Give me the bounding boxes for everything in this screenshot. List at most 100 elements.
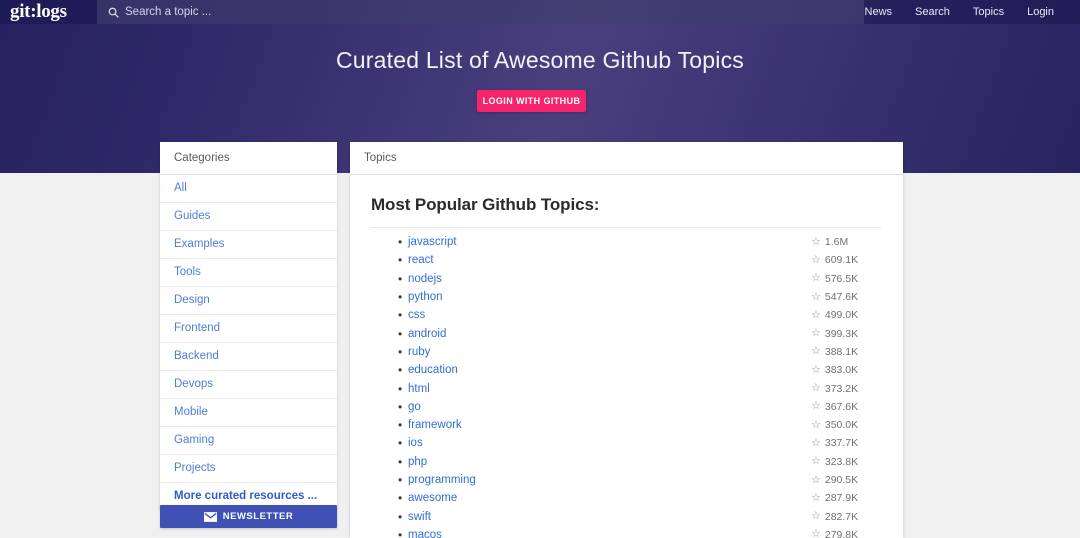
star-count-value: 323.8K — [824, 455, 859, 468]
topic-row: • awesome ☆ 287.9K — [370, 489, 881, 507]
star-outline-icon: ☆ — [811, 382, 821, 395]
nav-item-login[interactable]: Login — [1027, 0, 1054, 24]
sidebar-item-mobile[interactable]: Mobile — [160, 399, 337, 426]
sidebar-item-design[interactable]: Design — [160, 287, 337, 314]
star-count-value: 282.7K — [824, 510, 859, 523]
topic-link[interactable]: javascript — [408, 236, 811, 248]
nav-item-news[interactable]: News — [865, 0, 893, 24]
topic-row: • framework ☆ 350.0K — [370, 416, 881, 434]
topic-link[interactable]: awesome — [408, 492, 811, 504]
site-logo[interactable]: git:logs — [0, 0, 97, 24]
list-item: Examples — [160, 231, 337, 259]
bullet-icon: • — [398, 473, 403, 487]
star-count: ☆ 337.7K — [811, 437, 881, 449]
star-outline-icon: ☆ — [811, 290, 821, 303]
topic-row: • android ☆ 399.3K — [370, 324, 881, 342]
list-item: Tools — [160, 259, 337, 287]
topic-row: • macos ☆ 279.8K — [370, 526, 881, 538]
bullet-icon: • — [398, 509, 403, 524]
topic-link[interactable]: react — [408, 254, 811, 266]
star-count: ☆ 547.6K — [811, 291, 881, 303]
star-count: ☆ 609.1K — [811, 254, 881, 266]
bullet-icon: • — [398, 381, 403, 396]
topic-link[interactable]: go — [408, 401, 811, 413]
sidebar-item-guides[interactable]: Guides — [160, 203, 337, 230]
star-count: ☆ 499.0K — [811, 309, 881, 321]
bullet-icon: • — [398, 290, 403, 305]
topic-row: • swift ☆ 282.7K — [370, 507, 881, 525]
topic-row: • education ☆ 383.0K — [370, 361, 881, 379]
star-count: ☆ 383.0K — [811, 364, 881, 376]
topic-link[interactable]: php — [408, 456, 811, 468]
star-count: ☆ 282.7K — [811, 511, 881, 523]
star-count-value: 547.6K — [824, 291, 859, 304]
star-outline-icon: ☆ — [811, 455, 821, 468]
star-count: ☆ 350.0K — [811, 419, 881, 431]
topic-link[interactable]: macos — [408, 529, 811, 538]
sidebar-item-projects[interactable]: Projects — [160, 455, 337, 482]
star-count-value: 576.5K — [824, 272, 859, 285]
star-count-value: 383.0K — [824, 364, 859, 377]
star-count-value: 279.8K — [824, 528, 859, 538]
login-with-github-button[interactable]: LOGIN WITH GITHUB — [477, 90, 586, 112]
star-outline-icon: ☆ — [811, 400, 821, 413]
bullet-icon: • — [398, 235, 403, 250]
star-count-value: 373.2K — [824, 382, 859, 395]
bullet-icon: • — [398, 527, 403, 538]
bullet-icon: • — [398, 418, 403, 433]
bullet-icon: • — [398, 399, 403, 414]
topic-link[interactable]: html — [408, 383, 811, 395]
topic-link[interactable]: ios — [408, 437, 811, 449]
star-outline-icon: ☆ — [811, 528, 821, 538]
topic-link[interactable]: android — [408, 328, 811, 340]
bullet-icon: • — [398, 363, 403, 378]
star-count-value: 609.1K — [824, 254, 859, 267]
sidebar-item-devops[interactable]: Devops — [160, 371, 337, 398]
sidebar-item-frontend[interactable]: Frontend — [160, 315, 337, 342]
star-count-value: 499.0K — [824, 309, 859, 322]
search-input[interactable] — [123, 0, 864, 24]
topics-header: Topics — [350, 142, 903, 175]
star-count-value: 337.7K — [824, 437, 859, 450]
topic-link[interactable]: nodejs — [408, 273, 811, 285]
star-outline-icon: ☆ — [811, 272, 821, 285]
bullet-icon: • — [398, 271, 403, 286]
sidebar-item-gaming[interactable]: Gaming — [160, 427, 337, 454]
envelope-icon — [203, 511, 217, 522]
topic-link[interactable]: framework — [408, 419, 811, 431]
nav-item-search[interactable]: Search — [915, 0, 950, 24]
top-navbar: git:logs News Search Topics Login — [0, 0, 1080, 24]
topics-list: • javascript ☆ 1.6M • react ☆ 609.1K • nodejs ☆ 576… — [370, 233, 881, 538]
search-bar[interactable] — [97, 0, 864, 24]
bullet-icon: • — [398, 344, 403, 359]
categories-card: Categories All Guides Examples Tools Des… — [160, 142, 337, 510]
topic-link[interactable]: programming — [408, 474, 811, 486]
sidebar-item-examples[interactable]: Examples — [160, 231, 337, 258]
topic-row: • css ☆ 499.0K — [370, 306, 881, 324]
sidebar-item-tools[interactable]: Tools — [160, 259, 337, 286]
sidebar-item-all[interactable]: All — [160, 175, 337, 202]
star-count-value: 388.1K — [824, 345, 859, 358]
list-item: Mobile — [160, 399, 337, 427]
newsletter-button[interactable]: NEWSLETTER — [160, 505, 337, 528]
topic-link[interactable]: education — [408, 364, 811, 376]
topic-link[interactable]: swift — [408, 511, 811, 523]
star-outline-icon: ☆ — [811, 491, 821, 504]
star-outline-icon: ☆ — [811, 235, 821, 248]
list-item: Backend — [160, 343, 337, 371]
topic-row: • ios ☆ 337.7K — [370, 434, 881, 452]
page-root: git:logs News Search Topics Login Curate… — [0, 0, 1080, 538]
bullet-icon: • — [398, 326, 403, 341]
star-count: ☆ 323.8K — [811, 456, 881, 468]
topic-link[interactable]: ruby — [408, 346, 811, 358]
topic-link[interactable]: python — [408, 291, 811, 303]
nav-item-topics[interactable]: Topics — [973, 0, 1004, 24]
topic-row: • php ☆ 323.8K — [370, 453, 881, 471]
topic-link[interactable]: css — [408, 309, 811, 321]
sidebar-item-backend[interactable]: Backend — [160, 343, 337, 370]
list-item: Design — [160, 287, 337, 315]
star-outline-icon: ☆ — [811, 510, 821, 523]
topic-row: • programming ☆ 290.5K — [370, 471, 881, 489]
star-count-value: 399.3K — [824, 327, 859, 340]
star-outline-icon: ☆ — [811, 253, 821, 266]
